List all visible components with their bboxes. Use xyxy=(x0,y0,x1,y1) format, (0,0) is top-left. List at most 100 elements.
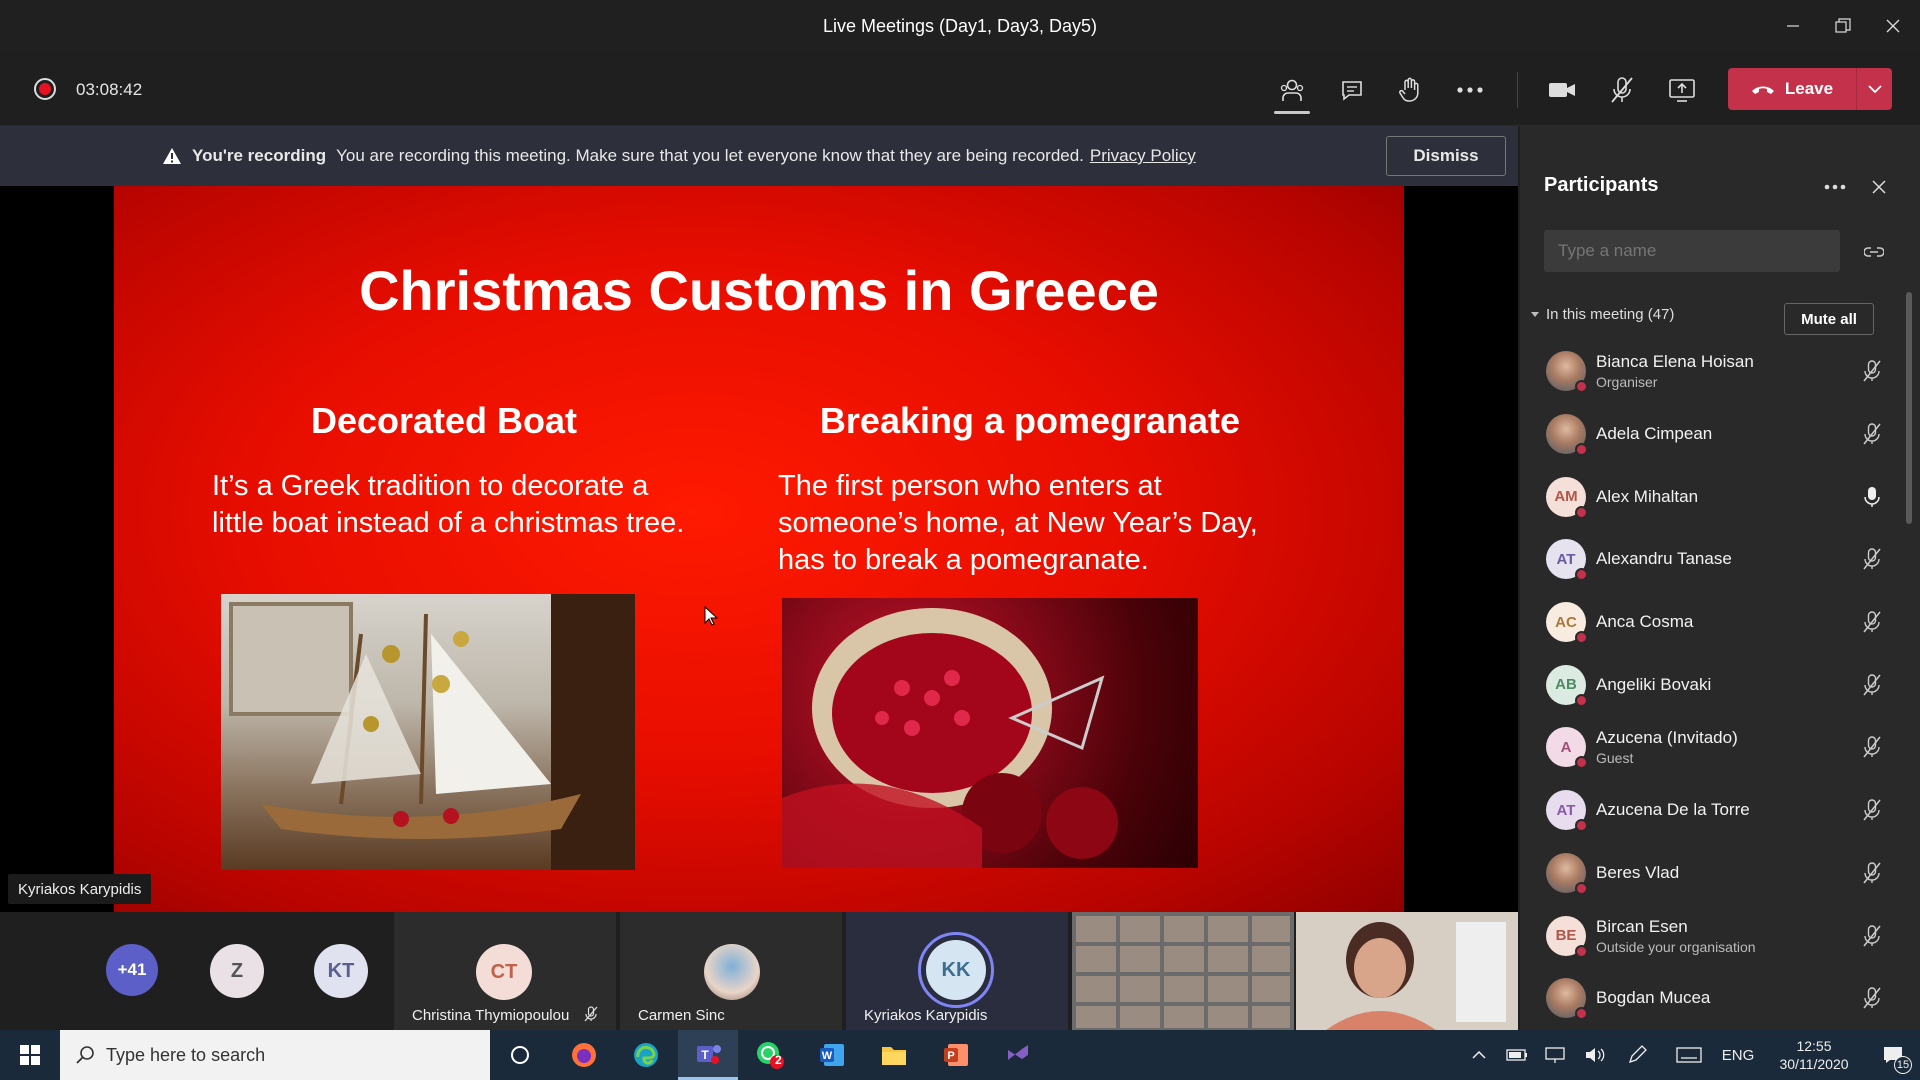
mute-all-button[interactable]: Mute all xyxy=(1784,303,1874,335)
more-actions-button[interactable] xyxy=(1448,68,1492,112)
microphone-muted-icon[interactable] xyxy=(1862,799,1882,821)
action-center-button[interactable]: 15 xyxy=(1870,1030,1916,1080)
presence-status-icon xyxy=(1575,631,1588,645)
camera-button[interactable] xyxy=(1540,68,1584,112)
participant-row[interactable]: AB Angeliki Bovaki xyxy=(1520,653,1906,716)
participant-row[interactable]: Adela Cimpean xyxy=(1520,403,1906,466)
input-language[interactable]: ENG xyxy=(1718,1030,1758,1080)
pen-workspace[interactable] xyxy=(1620,1030,1656,1080)
battery-status[interactable] xyxy=(1500,1030,1534,1080)
share-content-button[interactable] xyxy=(1660,68,1704,112)
dismiss-button[interactable]: Dismiss xyxy=(1386,136,1506,176)
people-icon xyxy=(1280,79,1304,101)
avatar xyxy=(704,944,760,1000)
participant-name: Alex Mihaltan xyxy=(1596,486,1699,506)
leave-options-button[interactable] xyxy=(1856,68,1892,110)
speaker-icon xyxy=(1586,1048,1605,1062)
participant-row[interactable]: A Azucena (Invitado) Guest xyxy=(1520,716,1906,779)
presence-status-icon xyxy=(1575,443,1588,457)
participant-search-input[interactable] xyxy=(1544,230,1840,272)
show-hidden-icons-button[interactable] xyxy=(1464,1030,1494,1080)
participant-row[interactable]: Bianca Elena Hoisan Organiser xyxy=(1520,340,1906,403)
window-title: Live Meetings (Day1, Day3, Day5) xyxy=(822,15,1098,36)
raise-hand-button[interactable] xyxy=(1388,68,1432,112)
more-icon[interactable] xyxy=(1824,184,1846,190)
close-icon[interactable] xyxy=(1872,180,1886,194)
share-invite-link-icon[interactable] xyxy=(1864,242,1884,260)
presence-status-icon xyxy=(1575,1007,1588,1021)
start-button[interactable] xyxy=(0,1030,60,1080)
show-participants-button[interactable] xyxy=(1270,68,1314,114)
taskbar-file-explorer[interactable] xyxy=(864,1030,924,1080)
hang-up-icon xyxy=(1751,86,1774,94)
participant-role: Guest xyxy=(1596,750,1634,767)
video-tile-active-speaker[interactable]: KK Kyriakos Karypidis xyxy=(846,912,1068,1030)
presence-status-icon xyxy=(1575,944,1588,958)
video-tile[interactable]: Carmen Sinc xyxy=(620,912,842,1030)
leave-button[interactable]: Leave xyxy=(1728,68,1892,110)
taskbar-word[interactable]: W xyxy=(802,1030,862,1080)
show-conversation-button[interactable] xyxy=(1330,68,1374,112)
tile-name: Christina Thymiopoulou xyxy=(412,1007,570,1024)
leave-main[interactable]: Leave xyxy=(1728,68,1856,110)
microphone-muted-icon[interactable] xyxy=(1862,548,1882,570)
taskbar-edge[interactable] xyxy=(616,1030,676,1080)
avatar[interactable]: Z xyxy=(210,944,264,998)
svg-text:W: W xyxy=(822,1050,833,1062)
microphone-muted-icon[interactable] xyxy=(1862,736,1882,758)
microphone-muted-icon[interactable] xyxy=(1862,862,1882,884)
left-text-line-2: little boat instead of a christmas tree. xyxy=(212,507,685,539)
participant-row[interactable]: Beres Vlad xyxy=(1520,842,1906,905)
avatar[interactable]: KT xyxy=(314,944,368,998)
video-tile[interactable]: CT Christina Thymiopoulou xyxy=(394,912,616,1030)
visual-studio-icon xyxy=(1008,1045,1028,1060)
taskbar-search-box[interactable]: Type here to search xyxy=(60,1030,490,1080)
volume-control[interactable] xyxy=(1578,1030,1612,1080)
privacy-policy-link[interactable]: Privacy Policy xyxy=(1090,146,1196,166)
participant-name-block: Bianca Elena Hoisan Organiser xyxy=(1596,352,1754,390)
pomegranate-illustration xyxy=(782,608,1118,868)
video-tile-self[interactable] xyxy=(1296,912,1518,1030)
in-meeting-section-toggle[interactable]: In this meeting (47) xyxy=(1530,306,1674,323)
participant-row[interactable]: AM Alex Mihaltan xyxy=(1520,465,1906,528)
taskbar-firefox[interactable] xyxy=(554,1030,614,1080)
network-status[interactable] xyxy=(1538,1030,1572,1080)
right-text-line-2: someone’s home, at New Year’s Day, xyxy=(778,507,1258,539)
participant-name: Beres Vlad xyxy=(1596,862,1680,882)
participant-name: Adela Cimpean xyxy=(1596,424,1713,444)
participant-row[interactable]: BE Bircan Esen Outside your organisation xyxy=(1520,904,1906,967)
restore-button[interactable] xyxy=(1818,0,1868,52)
participant-row[interactable]: Bogdan Mucea xyxy=(1520,967,1906,1030)
recording-icon xyxy=(34,78,56,100)
task-view-button[interactable] xyxy=(490,1030,550,1080)
whatsapp-badge: 2 xyxy=(775,1053,782,1067)
microphone-muted-icon[interactable] xyxy=(1862,423,1882,445)
touch-keyboard[interactable] xyxy=(1672,1030,1706,1080)
participant-name: Azucena De la Torre xyxy=(1596,800,1750,820)
participants-list: Bianca Elena Hoisan Organiser Adela Cimpea… xyxy=(1520,340,1906,1030)
avatar-initials: AC xyxy=(1555,613,1577,631)
participant-row[interactable]: AT Alexandru Tanase xyxy=(1520,528,1906,591)
self-video-thumbnail xyxy=(1296,912,1518,1030)
close-window-button[interactable] xyxy=(1868,0,1918,52)
microphone-muted-icon[interactable] xyxy=(1862,611,1882,633)
taskbar-visual-studio[interactable] xyxy=(988,1030,1048,1080)
panel-scrollbar[interactable] xyxy=(1906,292,1912,524)
microphone-muted-icon[interactable] xyxy=(1862,360,1882,382)
microphone-muted-icon[interactable] xyxy=(1862,924,1882,947)
participant-name: Alexandru Tanase xyxy=(1596,549,1732,569)
taskbar-whatsapp[interactable]: 2 xyxy=(740,1030,800,1080)
participant-row[interactable]: AC Anca Cosma xyxy=(1520,591,1906,654)
video-tile-gallery[interactable] xyxy=(1072,912,1294,1030)
microphone-button[interactable] xyxy=(1600,68,1644,112)
microphone-muted-icon[interactable] xyxy=(1862,674,1882,696)
taskbar-teams[interactable]: T xyxy=(678,1030,738,1080)
clock[interactable]: 12:55 30/11/2020 xyxy=(1766,1030,1862,1080)
minimize-button[interactable] xyxy=(1768,0,1818,52)
microphone-icon[interactable] xyxy=(1862,486,1882,508)
participant-row[interactable]: AT Azucena De la Torre xyxy=(1520,779,1906,842)
leave-label: Leave xyxy=(1784,79,1834,98)
microphone-muted-icon[interactable] xyxy=(1862,987,1882,1009)
taskbar-powerpoint[interactable]: P xyxy=(926,1030,986,1080)
more-participants-button[interactable]: +41 xyxy=(106,944,158,996)
